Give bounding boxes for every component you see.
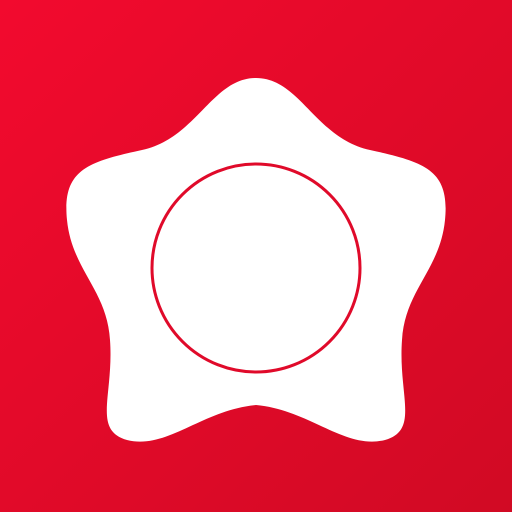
app-icon-background [0, 0, 512, 512]
app-icon-graphic [0, 0, 512, 512]
